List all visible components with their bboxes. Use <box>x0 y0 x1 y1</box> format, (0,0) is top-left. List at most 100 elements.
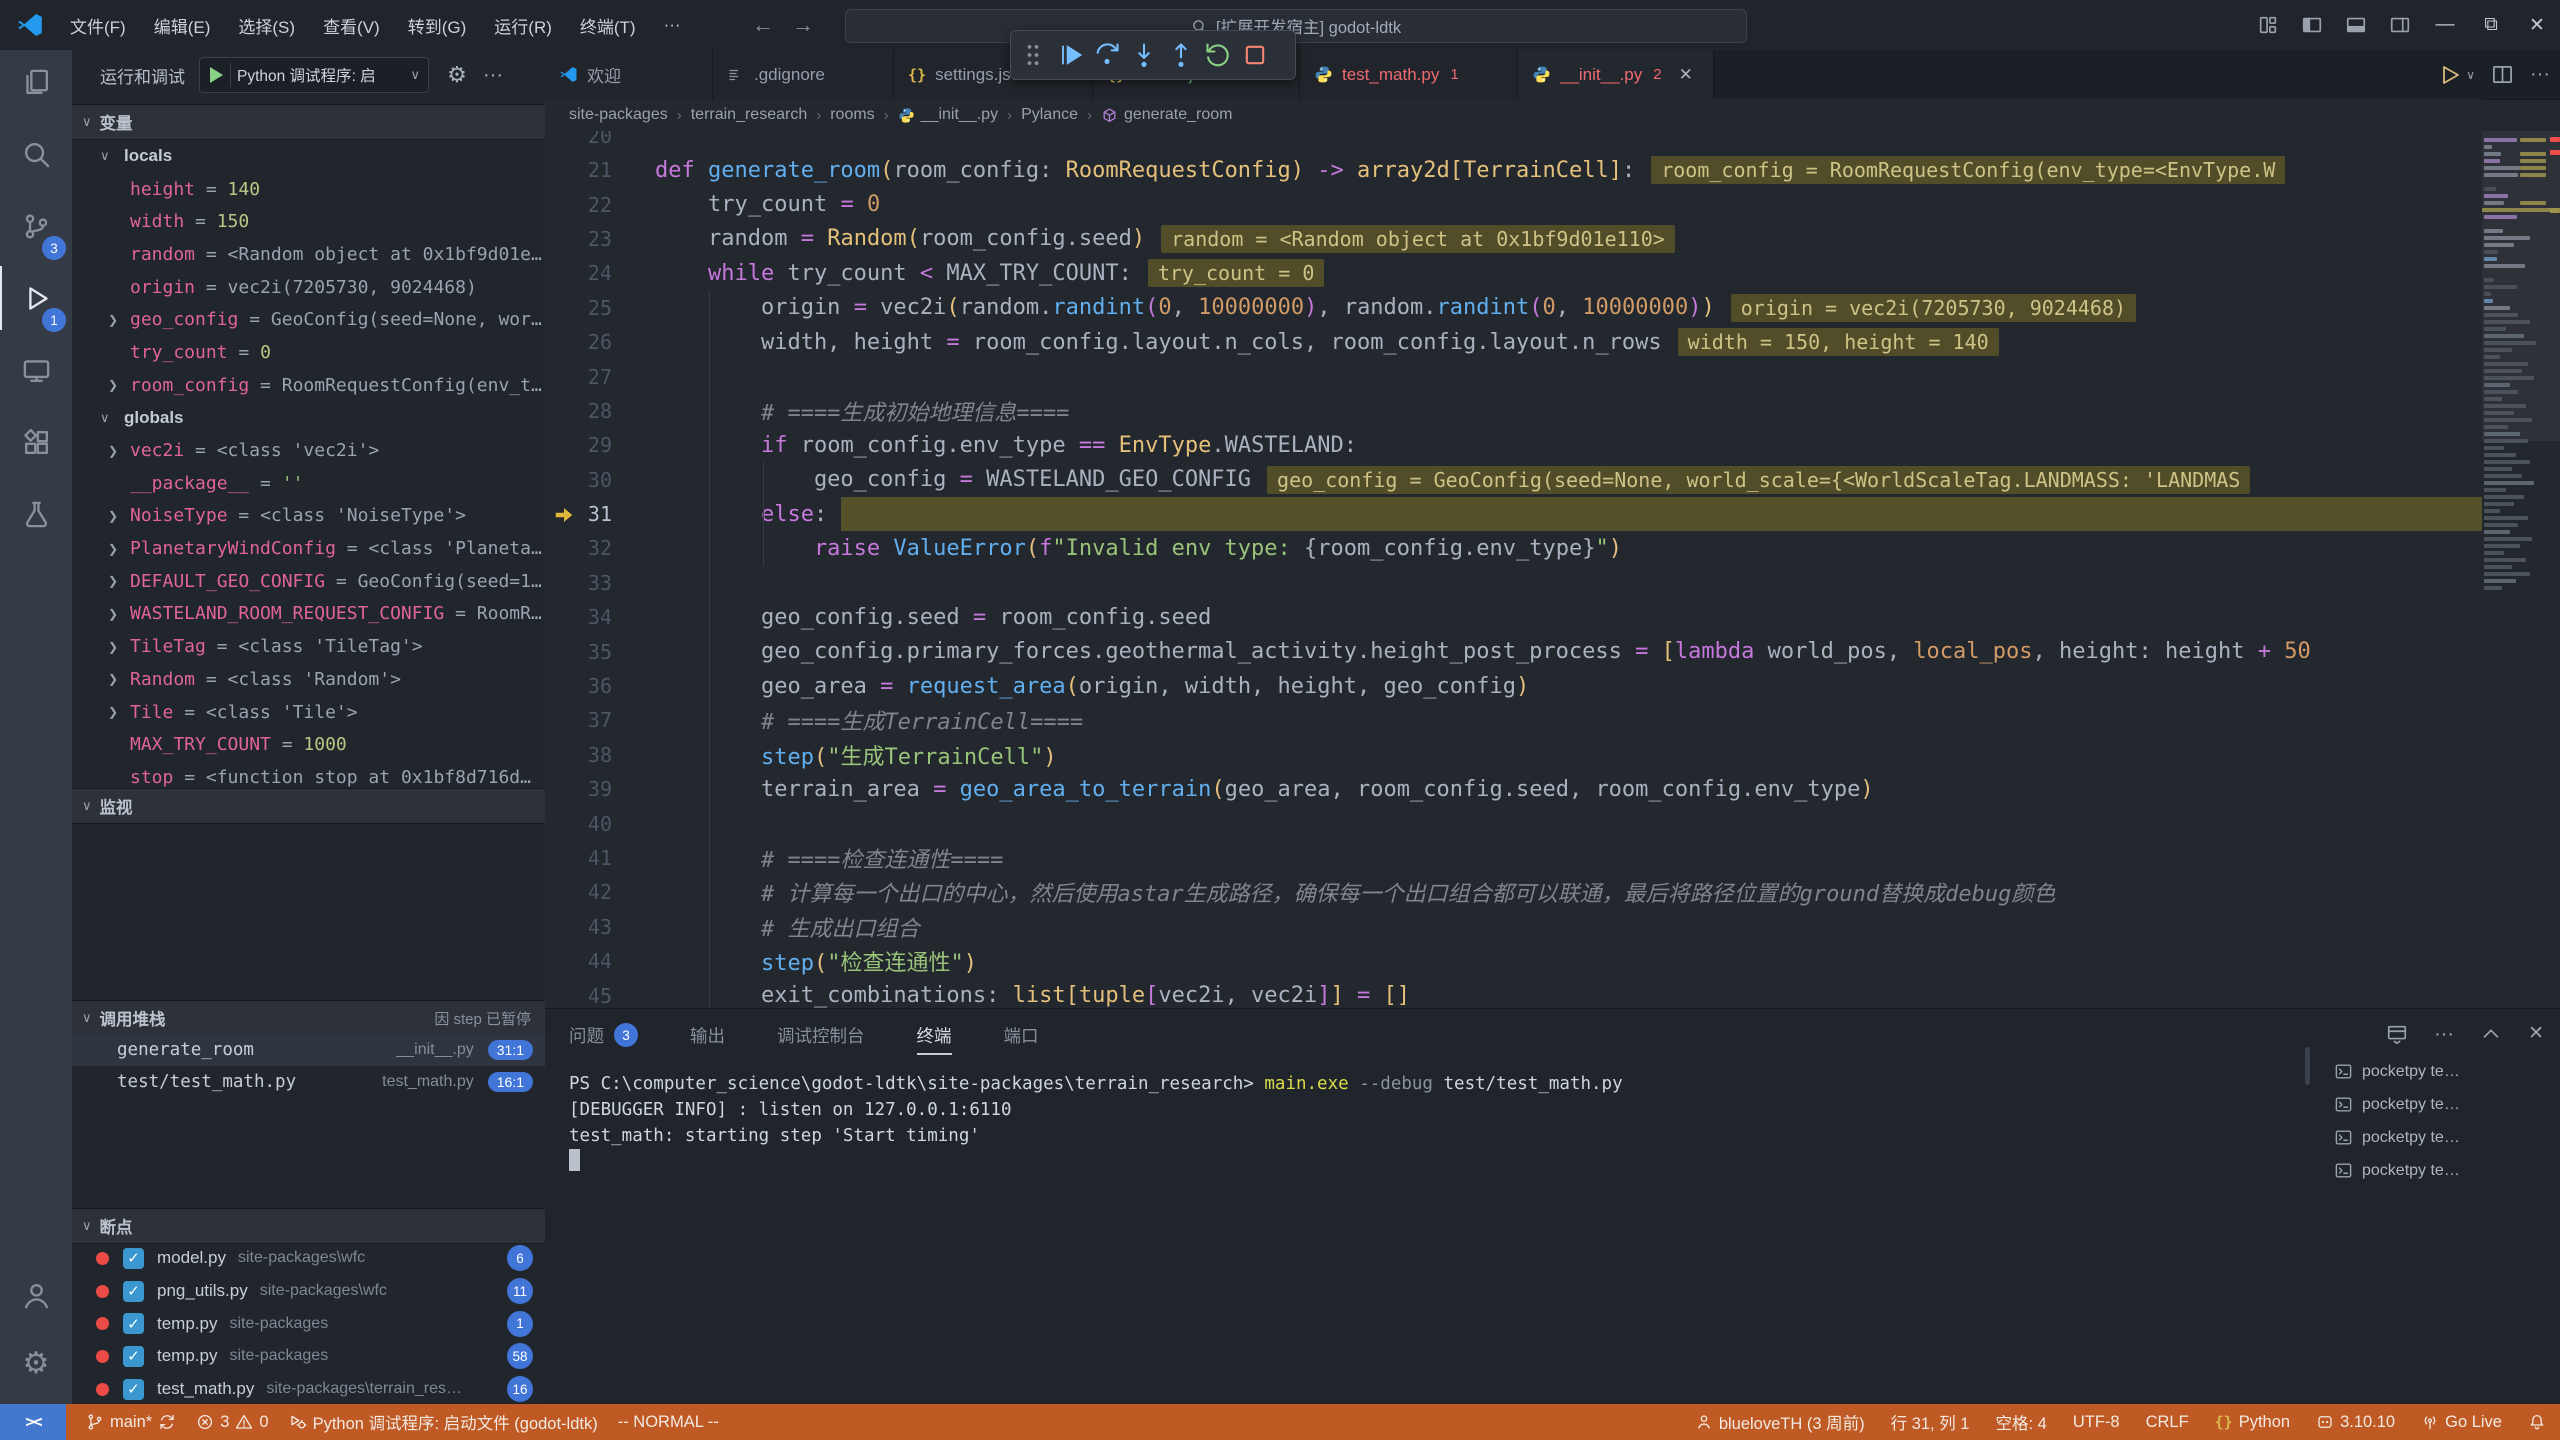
variable-row[interactable]: ❯geo_config = GeoConfig(seed=None, wor… <box>72 303 545 336</box>
panel-tab-端口[interactable]: 端口 <box>1004 1009 1039 1061</box>
code-line-31[interactable]: 31 else: <box>545 497 2482 531</box>
status-notifications[interactable] <box>2528 1413 2546 1431</box>
tab--gdignore[interactable]: .gdignore <box>713 50 894 99</box>
variable-row[interactable]: height = 140 <box>72 173 545 206</box>
step-out-icon[interactable] <box>1167 41 1195 69</box>
code-line-22[interactable]: 22 try_count = 0 <box>545 187 2482 221</box>
callstack-frame[interactable]: test/test_math.pytest_math.py16:1 <box>72 1066 545 1098</box>
breadcrumb-item[interactable]: site-packages <box>569 106 668 124</box>
variable-row[interactable]: ❯vec2i = <class 'vec2i'> <box>72 434 545 467</box>
status-indentation[interactable]: 空格: 4 <box>1995 1410 2046 1434</box>
variable-row[interactable]: stop = <function stop at 0x1bf8d716d… <box>72 761 545 788</box>
variable-row[interactable]: width = 150 <box>72 205 545 238</box>
code-line-37[interactable]: 37 # ====生成TerrainCell==== <box>545 703 2482 737</box>
variable-row[interactable]: ❯Tile = <class 'Tile'> <box>72 696 545 729</box>
activity-item-remote-explorer[interactable] <box>0 338 72 402</box>
tab--[interactable]: 欢迎 <box>545 50 713 99</box>
variables-section-header[interactable]: ∨ 变量 <box>72 104 545 140</box>
terminal-instance[interactable]: pocketpy te… <box>2334 1055 2552 1088</box>
panel-tab-输出[interactable]: 输出 <box>690 1009 725 1061</box>
code-line-34[interactable]: 34 geo_config.seed = room_config.seed <box>545 600 2482 634</box>
menu-item[interactable]: 文件(F) <box>56 13 140 38</box>
start-debug-icon[interactable] <box>200 63 231 87</box>
split-editor-icon[interactable] <box>2491 63 2514 86</box>
breakpoints-section-header[interactable]: ∨ 断点 <box>72 1208 545 1244</box>
step-into-icon[interactable] <box>1130 41 1158 69</box>
code-line-28[interactable]: 28 # ====生成初始地理信息==== <box>545 394 2482 428</box>
code-line-35[interactable]: 35 geo_config.primary_forces.geothermal_… <box>545 634 2482 668</box>
code-editor[interactable]: 2021def generate_room(room_config: RoomR… <box>545 131 2482 1008</box>
status-eol[interactable]: CRLF <box>2146 1413 2189 1432</box>
menu-item[interactable]: 终端(T) <box>566 13 650 38</box>
code-line-20[interactable]: 20 <box>545 131 2482 153</box>
restore-button[interactable]: ⧉ <box>2468 0 2514 50</box>
variable-row[interactable]: random = <Random object at 0x1bf9d01e… <box>72 238 545 271</box>
code-line-26[interactable]: 26 width, height = room_config.layout.n_… <box>545 325 2482 359</box>
code-line-32[interactable]: 32 raise ValueError(f"Invalid env type: … <box>545 531 2482 565</box>
maximize-panel-icon[interactable] <box>2480 1023 2502 1045</box>
code-line-38[interactable]: 38 step("生成TerrainCell") <box>545 738 2482 772</box>
code-line-24[interactable]: 24 while try_count < MAX_TRY_COUNT:try_c… <box>545 256 2482 290</box>
breadcrumb-item[interactable]: generate_room <box>1101 106 1233 124</box>
breakpoint-checkbox[interactable]: ✓ <box>123 1313 144 1334</box>
close-panel-icon[interactable]: ✕ <box>2528 1023 2544 1045</box>
status-python-version[interactable]: 3.10.10 <box>2316 1413 2395 1432</box>
variable-row[interactable]: ❯WASTELAND_ROOM_REQUEST_CONFIG = RoomR… <box>72 598 545 631</box>
breakpoint-row[interactable]: ✓model.pysite-packages\wfc6 <box>72 1242 545 1275</box>
variable-row[interactable]: ❯NoiseType = <class 'NoiseType'> <box>72 500 545 533</box>
variable-row[interactable]: try_count = 0 <box>72 336 545 369</box>
variable-row[interactable]: ❯room_config = RoomRequestConfig(env_t… <box>72 369 545 402</box>
status-language-mode[interactable]: {}Python <box>2215 1413 2290 1432</box>
variable-row[interactable]: ❯Random = <class 'Random'> <box>72 663 545 696</box>
breakpoint-checkbox[interactable]: ✓ <box>123 1248 144 1269</box>
toggle-panel-icon[interactable] <box>2345 14 2367 36</box>
menu-item[interactable]: 选择(S) <box>224 13 309 38</box>
breakpoint-row[interactable]: ✓png_utils.pysite-packages\wfc11 <box>72 1275 545 1308</box>
breakpoint-row[interactable]: ✓temp.pysite-packages1 <box>72 1307 545 1340</box>
activity-item-search[interactable] <box>0 122 72 186</box>
activity-item-settings[interactable]: ⚙ <box>0 1331 72 1395</box>
status-cursor-position[interactable]: 行 31, 列 1 <box>1891 1410 1970 1434</box>
status-encoding[interactable]: UTF-8 <box>2073 1413 2120 1432</box>
code-line-21[interactable]: 21def generate_room(room_config: RoomReq… <box>545 153 2482 187</box>
status-vim-mode[interactable]: -- NORMAL -- <box>618 1413 719 1432</box>
code-line-23[interactable]: 23 random = Random(room_config.seed)rand… <box>545 222 2482 256</box>
terminal-list-scrollbar[interactable] <box>2305 1047 2310 1085</box>
panel-tab-调试控制台[interactable]: 调试控制台 <box>777 1009 865 1061</box>
activity-item-account[interactable] <box>0 1263 72 1327</box>
code-line-25[interactable]: 25 origin = vec2i(random.randint(0, 1000… <box>545 291 2482 325</box>
back-icon[interactable]: ← <box>752 12 774 38</box>
tab-test-math-py[interactable]: test_math.py1 <box>1300 50 1518 99</box>
breakpoint-row[interactable]: ✓test_math.pysite-packages\terrain_res…1… <box>72 1373 545 1404</box>
more-actions-icon[interactable]: ··· <box>483 64 503 87</box>
code-line-36[interactable]: 36 geo_area = request_area(origin, width… <box>545 669 2482 703</box>
activity-item-extensions[interactable] <box>0 410 72 474</box>
variable-row[interactable]: ❯PlanetaryWindConfig = <class 'Planeta… <box>72 532 545 565</box>
menu-item[interactable]: 运行(R) <box>480 13 566 38</box>
toggle-secondary-sidebar-icon[interactable] <box>2389 14 2411 36</box>
command-center-search[interactable]: [扩展开发宿主] godot-ldtk <box>845 9 1747 43</box>
code-line-27[interactable]: 27 <box>545 359 2482 393</box>
menu-item[interactable]: 转到(G) <box>394 13 481 38</box>
more-actions-icon[interactable]: ··· <box>2434 1023 2454 1045</box>
close-button[interactable]: ✕ <box>2514 0 2560 50</box>
activity-item-testing[interactable] <box>0 482 72 546</box>
status-debug-session[interactable]: Python 调试程序: 启动文件 (godot-ldtk) <box>289 1410 598 1434</box>
launch-config-select[interactable]: Python 调试程序: 启 ∨ <box>199 57 429 93</box>
gear-icon[interactable]: ⚙ <box>445 63 469 87</box>
menu-item[interactable]: 查看(V) <box>309 13 394 38</box>
breakpoint-checkbox[interactable]: ✓ <box>123 1379 144 1400</box>
terminal-instance[interactable]: pocketpy te… <box>2334 1154 2552 1187</box>
customize-layout-icon[interactable] <box>2257 14 2279 36</box>
variable-row[interactable]: __package__ = '' <box>72 467 545 500</box>
forward-icon[interactable]: → <box>792 12 814 38</box>
callstack-frame[interactable]: generate_room__init__.py31:1 <box>72 1034 545 1066</box>
code-line-42[interactable]: 42 # 计算每一个出口的中心，然后使用astar生成路径，确保每一个出口组合都… <box>545 875 2482 909</box>
drag-handle-icon[interactable] <box>1019 41 1047 69</box>
watch-section-header[interactable]: ∨ 监视 <box>72 788 545 824</box>
code-line-41[interactable]: 41 # ====检查连通性==== <box>545 841 2482 875</box>
minimap[interactable] <box>2482 131 2560 811</box>
status-git-branch[interactable]: main* <box>86 1413 176 1432</box>
breakpoint-checkbox[interactable]: ✓ <box>123 1346 144 1367</box>
code-line-40[interactable]: 40 <box>545 806 2482 840</box>
